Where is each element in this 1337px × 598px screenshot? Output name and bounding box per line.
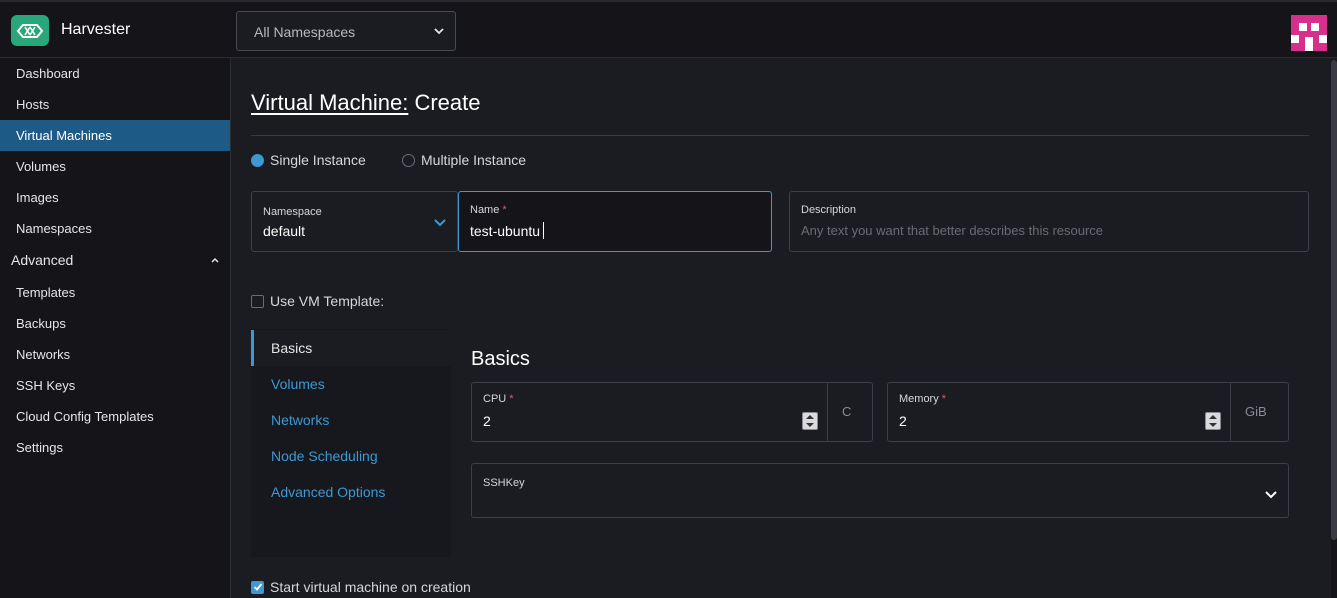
cpu-field[interactable]: CPU * 2 C	[471, 382, 873, 442]
namespace-label: Namespace	[263, 206, 322, 218]
top-header: Harvester All Namespaces	[0, 0, 1337, 58]
tab-list: Basics Volumes Networks Node Scheduling …	[251, 329, 451, 557]
memory-field[interactable]: Memory * 2 GiB	[887, 382, 1289, 442]
radio-button-selected[interactable]	[251, 153, 264, 167]
tab-volumes[interactable]: Volumes	[251, 366, 451, 402]
basics-tab-content: Basics CPU * 2 C Memory * 2 GiB SSHKey	[451, 329, 1309, 557]
tab-networks[interactable]: Networks	[251, 402, 451, 438]
check-icon	[253, 583, 262, 591]
tab-node-scheduling[interactable]: Node Scheduling	[251, 438, 451, 474]
sidebar-item-namespaces[interactable]: Namespaces	[0, 213, 230, 244]
radio-multiple-instance[interactable]: Multiple Instance	[402, 151, 526, 169]
app-title: Harvester	[61, 21, 131, 38]
namespace-select[interactable]: Namespace default	[251, 191, 458, 252]
sidebar-item-images[interactable]: Images	[0, 182, 230, 213]
namespace-filter-select[interactable]: All Namespaces	[236, 11, 456, 51]
required-mark: *	[509, 393, 514, 405]
sidebar-item-hosts[interactable]: Hosts	[0, 89, 230, 120]
checkbox-checked[interactable]	[251, 580, 264, 594]
sidebar-item-templates[interactable]: Templates	[0, 277, 230, 308]
sidebar-item-volumes[interactable]: Volumes	[0, 151, 230, 182]
section-title: Basics	[471, 348, 530, 370]
memory-stepper[interactable]	[1205, 412, 1221, 430]
memory-value[interactable]: 2	[899, 413, 907, 429]
sidebar-group-label: Advanced	[11, 252, 74, 268]
required-mark: *	[502, 204, 507, 216]
checkbox-label: Start virtual machine on creation	[270, 579, 471, 595]
user-avatar[interactable]	[1291, 15, 1327, 51]
chevron-down-icon	[433, 216, 447, 232]
name-label: Name *	[470, 204, 507, 216]
sidebar-item-backups[interactable]: Backups	[0, 308, 230, 339]
scrollbar-thumb[interactable]	[1331, 60, 1337, 540]
description-field[interactable]: Description Any text you want that bette…	[789, 191, 1309, 252]
description-placeholder[interactable]: Any text you want that better describes …	[801, 223, 1103, 238]
text-cursor	[543, 222, 544, 239]
cpu-unit: C	[827, 383, 851, 441]
sidebar-group-advanced[interactable]: Advanced	[0, 245, 230, 276]
cpu-label: CPU *	[483, 393, 514, 405]
required-mark: *	[941, 393, 947, 405]
sidebar-item-networks[interactable]: Networks	[0, 339, 230, 370]
page-title: Virtual Machine: Create	[251, 90, 481, 116]
sshkey-label: SSHKey	[483, 477, 525, 489]
radio-label: Single Instance	[270, 152, 366, 168]
memory-unit: GiB	[1230, 383, 1267, 441]
radio-single-instance[interactable]: Single Instance	[251, 151, 366, 169]
namespace-value: default	[263, 223, 306, 239]
radio-label: Multiple Instance	[421, 152, 527, 168]
checkbox-label: Use VM Template:	[270, 293, 385, 309]
tab-basics[interactable]: Basics	[251, 330, 451, 366]
radio-button[interactable]	[402, 153, 415, 167]
page-title-action: Create	[408, 90, 481, 115]
sidebar-item-cloud-config-templates[interactable]: Cloud Config Templates	[0, 401, 230, 432]
name-field[interactable]: Name * test-ubuntu	[458, 191, 772, 252]
sidebar-item-ssh-keys[interactable]: SSH Keys	[0, 370, 230, 401]
harvester-logo-icon[interactable]	[11, 15, 49, 46]
use-vm-template-checkbox[interactable]: Use VM Template:	[251, 292, 384, 310]
sidebar-nav: Dashboard Hosts Virtual Machines Volumes…	[0, 58, 231, 598]
sshkey-select[interactable]: SSHKey	[471, 463, 1289, 518]
sidebar-item-dashboard[interactable]: Dashboard	[0, 58, 230, 89]
vm-config-tabs-panel: Basics Volumes Networks Node Scheduling …	[251, 329, 1309, 557]
breadcrumb-link[interactable]: Virtual Machine:	[251, 90, 408, 115]
cpu-value[interactable]: 2	[483, 413, 491, 429]
name-value[interactable]: test-ubuntu	[470, 223, 540, 239]
sidebar-item-virtual-machines[interactable]: Virtual Machines	[0, 120, 230, 151]
chevron-down-icon	[1264, 488, 1278, 504]
start-on-creation-checkbox[interactable]: Start virtual machine on creation	[251, 578, 471, 596]
cpu-stepper[interactable]	[802, 412, 818, 430]
main-scrollbar[interactable]	[1331, 60, 1337, 598]
title-divider	[251, 135, 1309, 136]
tab-advanced-options[interactable]: Advanced Options	[251, 474, 451, 510]
sidebar-item-settings[interactable]: Settings	[0, 432, 230, 463]
description-label: Description	[801, 204, 857, 216]
memory-label: Memory *	[899, 393, 947, 405]
chevron-down-icon	[433, 24, 445, 40]
namespace-filter-value: All Namespaces	[254, 24, 356, 40]
checkbox[interactable]	[251, 294, 264, 308]
